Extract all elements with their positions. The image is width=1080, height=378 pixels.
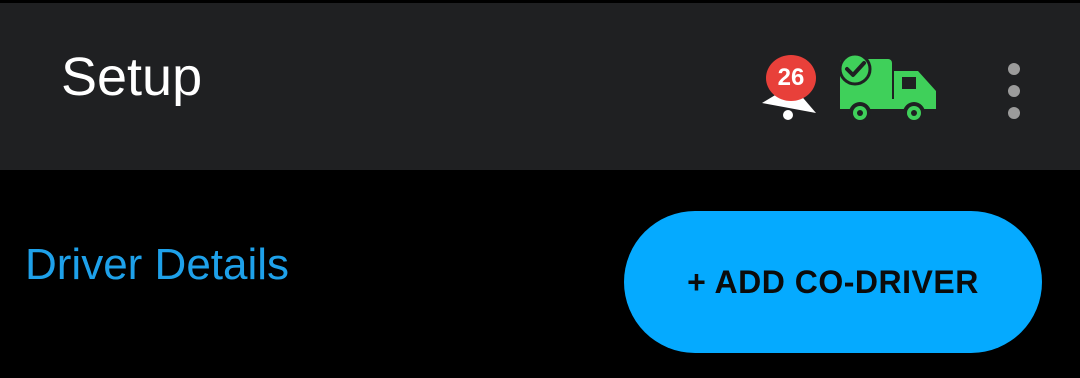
truck-check-icon[interactable]	[838, 53, 938, 127]
menu-dot	[1008, 85, 1020, 97]
add-co-driver-button[interactable]: + ADD CO-DRIVER	[624, 211, 1042, 353]
more-vert-icon[interactable]	[994, 63, 1034, 119]
menu-dot	[1008, 63, 1020, 75]
driver-details-heading: Driver Details	[25, 240, 290, 289]
menu-dot	[1008, 107, 1020, 119]
app-bar: Setup 26	[0, 0, 1080, 170]
notification-count-badge: 26	[766, 55, 816, 101]
page-title: Setup	[61, 47, 203, 107]
notifications-button[interactable]: 26	[758, 55, 820, 121]
